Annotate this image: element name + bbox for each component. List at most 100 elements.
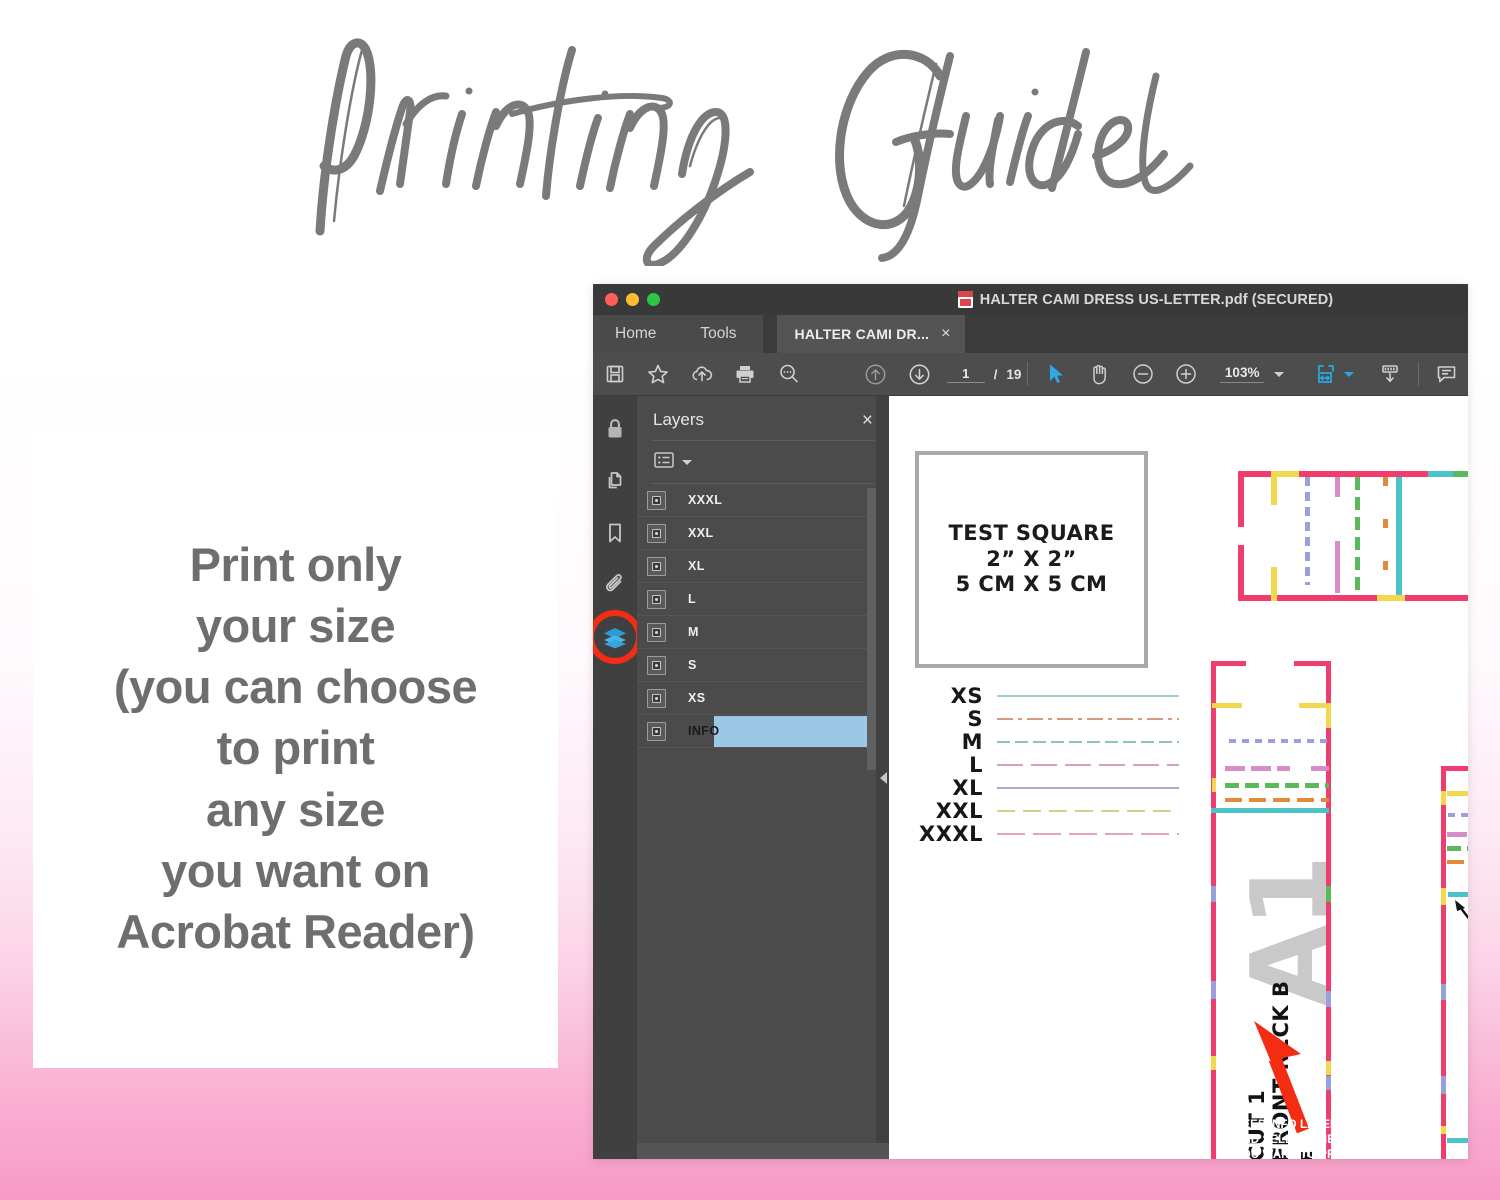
sidebar-item-page-thumbnails[interactable] [600,466,630,496]
layer-label: M [688,625,699,639]
cloud-upload-icon[interactable] [680,353,723,396]
instruction-line: (you can choose [113,660,478,714]
legend-row: L [917,752,1179,777]
layer-label: XL [688,559,705,573]
tab-document[interactable]: HALTER CAMI DR... × [776,315,965,353]
layer-row[interactable]: XS [637,682,889,715]
layer-visibility-icon[interactable] [647,622,666,642]
tab-document-label: HALTER CAMI DR... [794,326,930,342]
instruction-line: you want on [161,843,430,897]
chevron-left-icon[interactable] [879,771,887,784]
layer-visibility-icon[interactable] [647,523,666,543]
legend-label: XXXL [919,821,983,846]
zoom-in-icon[interactable] [1165,353,1208,396]
test-square: TEST SQUARE 2” X 2” 5 CM X 5 CM [915,451,1148,668]
legend-label: XXL [935,798,983,823]
zoom-out-icon[interactable] [1121,353,1164,396]
layer-label: S [688,658,697,672]
legend-line [997,740,1179,743]
legend-label: L [969,752,983,777]
instruction-card: Print only your size (you can choose to … [33,428,558,1068]
layer-row-selected[interactable]: INFO [637,715,889,748]
tab-tools[interactable]: Tools [678,315,763,353]
print-icon[interactable] [723,353,766,396]
pdf-body: Layers × XXXL XXL XL L M S XS INFO TEST … [593,396,1468,1159]
sidebar-item-security[interactable] [600,414,630,444]
layer-visibility-icon[interactable] [647,490,666,510]
layer-visibility-icon[interactable] [647,688,666,708]
layer-visibility-icon[interactable] [647,556,666,576]
page-separator: / [993,366,998,382]
scroll-mode-icon[interactable] [1368,353,1411,396]
list-options-icon[interactable] [653,450,675,475]
legend-label: M [961,729,983,754]
document-view[interactable]: TEST SQUARE 2” X 2” 5 CM X 5 CM XS S M L… [889,396,1468,1159]
page-total: 19 [1006,366,1022,382]
layer-row[interactable]: L [637,583,889,616]
test-square-line: 5 CM X 5 CM [955,572,1108,597]
layer-visibility-icon[interactable] [647,721,666,741]
hand-icon[interactable] [1078,353,1121,396]
legend-line [997,832,1179,835]
size-legend: XS S M L XL XXL XXXL [917,683,1179,846]
next-page-icon[interactable] [897,353,940,396]
zoom-level-value[interactable]: 103% [1220,365,1265,383]
window-title-text: HALTER CAMI DRESS US-LETTER.pdf (SECURED… [979,291,1334,308]
annotation-line: AND SELECT THE SIZE [1234,1134,1365,1147]
pattern-piece-right [1441,766,1468,1159]
maximize-window-button[interactable] [647,293,660,306]
layer-row[interactable]: XXXL [637,484,889,517]
close-window-button[interactable] [605,293,618,306]
chevron-down-icon[interactable] [1274,371,1285,377]
chevron-down-icon[interactable] [1343,371,1354,377]
test-square-line: TEST SQUARE [948,521,1115,546]
comment-icon[interactable] [1424,353,1467,396]
tab-home[interactable]: Home [593,315,679,353]
layer-row[interactable]: XXL [637,517,889,550]
previous-page-icon[interactable] [854,353,897,396]
layer-label: XS [688,691,706,705]
panel-bottom-bar [637,1143,889,1159]
legend-line [997,809,1179,812]
annotation-line: YOU WANT TO PRINT [1234,1149,1355,1159]
layers-panel-header: Layers × [637,396,889,440]
search-icon[interactable] [767,353,810,396]
legend-row: XL [917,776,1179,800]
toolbar-divider [1417,362,1419,386]
window-controls[interactable] [605,293,660,306]
instruction-line: any size [206,782,385,836]
zoom-control[interactable]: 103% [1220,365,1285,383]
fit-page-icon[interactable] [1304,353,1347,396]
layer-row[interactable]: S [637,649,889,682]
window-titlebar: HALTER CAMI DRESS US-LETTER.pdf (SECURED… [593,284,1468,315]
sidebar-item-attachments[interactable] [600,570,630,600]
legend-line [997,694,1179,697]
page-number-input[interactable]: 1 [946,366,985,383]
layers-options-bar [637,441,889,483]
layer-row[interactable]: XL [637,550,889,583]
panel-collapse-handle[interactable] [876,396,890,1159]
minimize-window-button[interactable] [626,293,639,306]
close-icon[interactable]: × [862,411,873,430]
selection-highlight [714,715,877,747]
legend-line [997,763,1179,766]
legend-row: M [917,729,1179,754]
star-icon[interactable] [636,353,679,396]
chevron-down-icon[interactable] [682,459,692,465]
layer-visibility-icon[interactable] [647,655,666,675]
sidebar-item-layers[interactable] [593,610,642,664]
legend-label: XS [950,683,983,708]
save-icon[interactable] [593,353,636,396]
close-icon[interactable]: × [941,325,951,343]
layer-row[interactable]: M [637,616,889,649]
legend-label: S [967,706,983,731]
layer-visibility-icon[interactable] [647,589,666,609]
annotation-line: KEEP INFO LAYER IN VIEW MODE [1234,1119,1425,1131]
pattern-piece-top [1238,471,1468,601]
layer-label: INFO [688,724,720,738]
tab-strip: Home Tools HALTER CAMI DR... × [593,315,1468,353]
select-cursor-icon[interactable] [1034,353,1077,396]
toolbar-divider [1027,362,1029,386]
sidebar-item-bookmarks[interactable] [600,518,630,548]
legend-line [997,717,1179,720]
